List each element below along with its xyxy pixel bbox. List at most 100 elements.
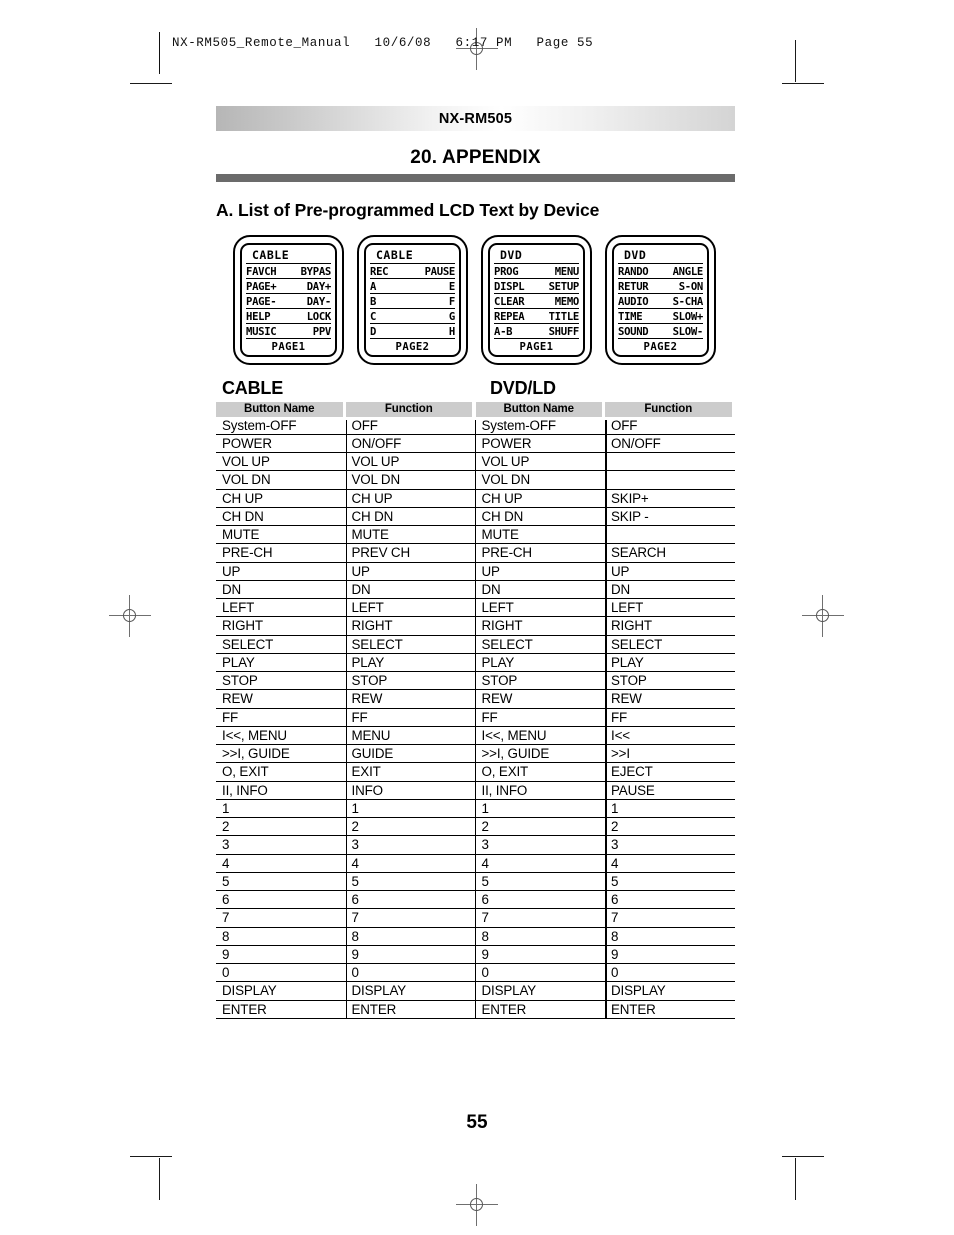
lcd-line-left-label: PAGE+ [246, 280, 277, 293]
lcd-line-right-label: SHUFF [548, 325, 580, 338]
table-cell: CH UP [216, 490, 346, 508]
table-cell: PLAY [605, 654, 735, 672]
column-function: Function OFF ON/OFF VOL UP VOL DN CH UP CH DN M… [345, 401, 475, 1020]
lcd-line-left-label: B [370, 295, 377, 308]
table-cell: 3 [216, 836, 346, 855]
table-cell: 0 [345, 964, 475, 983]
lcd-screen: DVD RANDO ANGLE RETUR S-ON AUDIO S-CHA TIME SLOW… [605, 235, 716, 365]
table-cell: VOL DN [216, 471, 346, 490]
lcd-line-left-label: SOUND [618, 325, 649, 338]
table-cell: ON/OFF [605, 435, 735, 453]
lcd-line-left-label: RANDO [618, 265, 649, 278]
lcd-line-left-label: D [370, 325, 377, 338]
lcd-line-left-label: HELP [246, 310, 271, 323]
table-cell: 5 [475, 873, 605, 891]
table-cell: STOP [475, 672, 605, 691]
table-cell: 7 [475, 909, 605, 928]
lcd-line: AUDIO S-CHA [618, 294, 703, 309]
table-cell: 9 [345, 946, 475, 964]
lcd-line: RETUR S-ON [618, 279, 703, 294]
table-cell: PLAY [345, 654, 475, 672]
lcd-line-left-label: PROG [494, 265, 519, 278]
table-cell: System-OFF [475, 417, 605, 435]
lcd-line-left-label: REPEA [494, 310, 525, 323]
lcd-line: A-B SHUFF [494, 324, 579, 339]
table-cell: SKIP+ [605, 490, 735, 508]
lcd-line-right-label: TITLE [548, 310, 580, 323]
lcd-line: SOUND SLOW- [618, 324, 703, 339]
table-cell: SELECT [345, 636, 475, 654]
table-cell: GUIDE [345, 745, 475, 764]
lcd-line-right-label: LOCK [306, 310, 332, 323]
table-cell: MUTE [216, 526, 346, 545]
table-cell: 8 [475, 928, 605, 946]
table-cell: 6 [216, 891, 346, 910]
table-cell: O, EXIT [475, 763, 605, 782]
lcd-line-left-label: RETUR [618, 280, 649, 293]
section-rule [216, 174, 735, 182]
table-cell [605, 471, 735, 490]
lcd-line: HELP LOCK [246, 309, 331, 324]
table-cell: REW [216, 690, 346, 709]
table-cell: VOL UP [345, 453, 475, 472]
table-cell: 2 [345, 818, 475, 837]
table-cell: 4 [216, 855, 346, 873]
table-cell: UP [605, 563, 735, 581]
page-number: 55 [466, 1112, 488, 1133]
table-cell: FF [475, 709, 605, 727]
table-cell: SELECT [216, 636, 346, 654]
table-cell: EJECT [605, 763, 735, 782]
table-cell: FF [216, 709, 346, 727]
running-head-title: NX-RM505 [438, 110, 513, 127]
lcd-line: RANDO ANGLE [618, 264, 703, 279]
table-cell: 9 [605, 946, 735, 964]
table-cell: CH UP [475, 490, 605, 508]
table-cell: PREV CH [345, 544, 475, 563]
lcd-line: DISPL SETUP [494, 279, 579, 294]
table-cell: DN [345, 581, 475, 599]
lcd-line-right-label: SLOW+ [672, 310, 704, 323]
lcd-screen-row: CABLE FAVCH BYPAS PAGE+ DAY+ PAGE- DAY- HELP LOC… [216, 235, 735, 365]
slug-rule [159, 32, 160, 72]
table-cell: 1 [475, 800, 605, 818]
lcd-line-left-label: TIME [618, 310, 643, 323]
lcd-line-right-label: MEMO [554, 295, 580, 308]
lcd-line-left-label: C [370, 310, 377, 323]
table-cell: 2 [216, 818, 346, 837]
lcd-line-right-label: PPV [312, 325, 332, 338]
lcd-line-right-label: DAY- [306, 295, 332, 308]
table-cell: VOL DN [475, 471, 605, 490]
crop-mark-bottom-left-v [159, 1158, 160, 1200]
device-table: Button Name System-OFF POWER VOL UP VOL DN CH… [474, 401, 736, 1020]
column-function: Function OFF ON/OFF SKIP+ SKIP - SEARCH UP DN LE… [605, 401, 735, 1020]
lcd-line-right-label: ANGLE [672, 265, 704, 278]
lcd-screen: CABLE FAVCH BYPAS PAGE+ DAY+ PAGE- DAY- HELP LOC… [233, 235, 344, 365]
lcd-page-indicator: PAGE2 [643, 340, 678, 353]
table-cell: 7 [605, 909, 735, 928]
table-cell: RIGHT [475, 617, 605, 636]
table-cell: UP [475, 563, 605, 581]
table-cell: 3 [475, 836, 605, 855]
lcd-line-right-label: H [448, 325, 455, 338]
table-cell: 8 [216, 928, 346, 946]
lcd-line-left-label: MUSIC [246, 325, 277, 338]
table-cell: CH DN [216, 508, 346, 526]
table-cell: REW [475, 690, 605, 709]
page-body: NX-RM505 20. APPENDIX A. List of Pre-pro… [216, 106, 736, 1020]
crop-mark-top-right [782, 83, 824, 84]
table-cell: DN [475, 581, 605, 599]
table-cell: I<<, MENU [216, 727, 346, 745]
table-cell: 6 [475, 891, 605, 910]
table-cell: UP [216, 563, 346, 581]
table-cell: System-OFF [216, 417, 346, 435]
lcd-line: CG [370, 309, 455, 324]
table-cell: VOL UP [475, 453, 605, 472]
table-cell: 5 [605, 873, 735, 891]
table-cell: 7 [216, 909, 346, 928]
table-cell: DISPLAY [605, 982, 735, 1001]
lcd-line: TIME SLOW+ [618, 309, 703, 324]
table-cell: LEFT [605, 599, 735, 618]
crop-mark-bottom-right [782, 1156, 824, 1157]
table-cell: INFO [345, 782, 475, 800]
table-cell: O, EXIT [216, 763, 346, 782]
